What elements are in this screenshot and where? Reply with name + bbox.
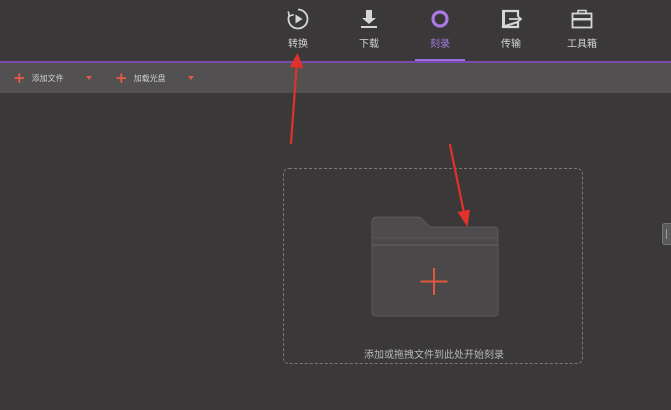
plus-icon: +	[13, 68, 26, 87]
load-disc-dropdown-caret[interactable]	[188, 76, 194, 80]
nav-tab-convert-label: 转换	[288, 39, 308, 50]
side-panel-handle[interactable]	[662, 223, 671, 245]
grip-icon	[666, 229, 667, 239]
nav-tab-toolbox[interactable]: 工具箱	[554, 6, 610, 56]
toolbar: + 添加文件 + 加载光盘	[0, 63, 671, 93]
nav-tab-toolbox-label: 工具箱	[567, 39, 597, 50]
transfer-icon	[498, 6, 524, 32]
add-file-dropdown-caret[interactable]	[86, 76, 92, 80]
nav-tab-download-label: 下载	[359, 39, 379, 50]
nav-tab-download[interactable]: 下载	[341, 6, 397, 56]
download-icon	[356, 6, 382, 32]
top-navigation: 转换 下载 刻录 传输 工具箱	[0, 0, 671, 62]
nav-tab-convert[interactable]: 转换	[270, 6, 326, 56]
nav-tab-transfer[interactable]: 传输	[483, 6, 539, 56]
load-disc-button[interactable]: + 加载光盘	[115, 63, 166, 93]
drop-zone-hint: 添加或拖拽文件到此处开始刻录	[364, 350, 504, 361]
burn-disc-icon	[427, 6, 453, 32]
plus-icon: +	[115, 68, 128, 87]
load-disc-label: 加载光盘	[133, 73, 166, 83]
convert-play-icon	[285, 6, 311, 32]
folder-add-icon	[369, 214, 500, 318]
nav-tab-burn[interactable]: 刻录	[412, 6, 468, 56]
add-file-label: 添加文件	[31, 73, 64, 83]
toolbox-icon	[569, 6, 595, 32]
file-drop-zone[interactable]: 添加或拖拽文件到此处开始刻录	[283, 168, 583, 364]
nav-tab-transfer-label: 传输	[501, 39, 521, 50]
burn-app-window: 转换 下载 刻录 传输 工具箱 + 添加文件 + 加载光盘 添加或拖拽文件到此处…	[0, 0, 671, 410]
add-file-button[interactable]: + 添加文件	[13, 63, 64, 93]
nav-tab-burn-label: 刻录	[430, 39, 450, 50]
